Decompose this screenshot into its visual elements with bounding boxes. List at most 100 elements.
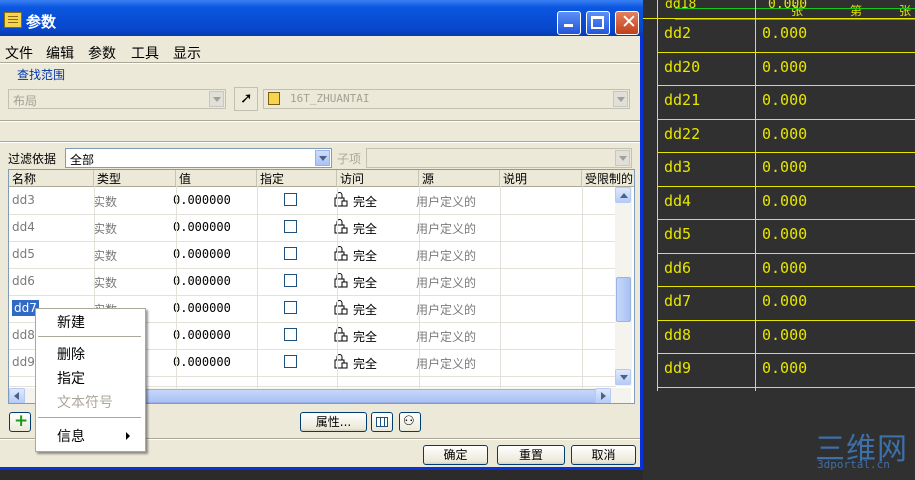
param-name[interactable]: dd6 — [12, 274, 35, 288]
designate-checkbox[interactable] — [284, 193, 297, 206]
column-header-value[interactable]: 值 — [176, 170, 257, 186]
scroll-up-button[interactable] — [615, 187, 631, 203]
cad-param-value: 0.000 — [762, 24, 808, 42]
column-header-designate[interactable]: 指定 — [257, 170, 337, 186]
cad-header-text: 张 — [791, 4, 804, 18]
designate-checkbox[interactable] — [284, 274, 297, 287]
scroll-right-button[interactable] — [595, 388, 611, 403]
designate-checkbox[interactable] — [284, 355, 297, 368]
vertical-scrollbar[interactable] — [615, 187, 632, 386]
column-header-access[interactable]: 访问 — [337, 170, 419, 186]
param-value[interactable]: 0.000000 — [173, 328, 231, 342]
cancel-button[interactable]: 取消 — [571, 445, 636, 465]
param-value[interactable]: 0.000000 — [173, 355, 231, 369]
app-icon — [4, 12, 22, 28]
column-header-description[interactable]: 说明 — [500, 170, 582, 186]
menu-parameters[interactable]: 参数 — [88, 43, 116, 63]
ok-button[interactable]: 确定 — [423, 445, 488, 465]
param-access: 完全 — [353, 195, 378, 209]
divider — [0, 62, 640, 64]
chevron-down-icon — [209, 91, 224, 107]
grid-line — [257, 186, 258, 390]
cad-param-value: 0.000 — [762, 292, 808, 310]
cad-drawing-area: dd18 0.000 张 第 张 dd2 0.000 dd20 0.000 dd21 0.… — [643, 0, 915, 480]
cad-header-text: dd18 — [665, 0, 697, 12]
select-pointer-button: ➚ — [234, 87, 258, 111]
param-type: 实数 — [93, 195, 118, 209]
cad-param-value: 0.000 — [762, 359, 808, 377]
designate-checkbox[interactable] — [284, 328, 297, 341]
find-scope-label: 查找范围 — [17, 68, 66, 82]
binoculars-icon: ⚇ — [403, 414, 415, 429]
param-value[interactable]: 0.000000 — [173, 193, 231, 207]
param-value[interactable]: 0.000000 — [173, 274, 231, 288]
minimize-icon — [564, 24, 573, 27]
param-type: 实数 — [93, 249, 118, 263]
table-row[interactable]: dd6 实数 0.000000 完全 用户定义的 — [9, 268, 616, 296]
cad-param-value: 0.000 — [762, 58, 808, 76]
param-value[interactable]: 0.000000 — [173, 301, 231, 315]
param-value[interactable]: 0.000000 — [173, 247, 231, 261]
column-header-name[interactable]: 名称 — [9, 170, 94, 186]
menu-edit[interactable]: 编辑 — [46, 43, 74, 63]
table-row[interactable]: dd3 实数 0.000000 完全 用户定义的 — [9, 187, 616, 215]
chevron-down-icon — [615, 150, 630, 166]
menu-item-info[interactable]: 信息 — [57, 426, 85, 446]
scroll-down-button[interactable] — [615, 369, 631, 385]
chevron-down-icon[interactable] — [315, 150, 330, 166]
param-name[interactable]: dd3 — [12, 193, 35, 207]
menu-file[interactable]: 文件 — [5, 43, 33, 63]
grid-line — [337, 186, 338, 390]
table-row[interactable]: dd5 实数 0.000000 完全 用户定义的 — [9, 241, 616, 269]
menu-separator — [38, 417, 141, 418]
submenu-arrow-icon — [126, 432, 130, 440]
table-row[interactable]: dd4 实数 0.000000 完全 用户定义的 — [9, 214, 616, 242]
add-parameter-button[interactable]: + — [9, 411, 31, 432]
scroll-left-button[interactable] — [9, 388, 25, 403]
param-value[interactable]: 0.000000 — [173, 220, 231, 234]
param-source: 用户定义的 — [416, 357, 477, 371]
param-name[interactable]: dd9 — [12, 355, 35, 369]
column-header-source[interactable]: 源 — [419, 170, 500, 186]
menu-item-designate[interactable]: 指定 — [57, 368, 85, 388]
sub-item-label: 子项 — [337, 152, 362, 166]
param-name[interactable]: dd4 — [12, 220, 35, 234]
column-header-type[interactable]: 类型 — [94, 170, 176, 186]
menu-item-text-symbol: 文本符号 — [57, 395, 113, 411]
watermark-logo: 三维网 3dportal.cn — [815, 424, 910, 476]
param-access: 完全 — [353, 222, 378, 236]
maximize-button[interactable] — [586, 11, 610, 35]
cad-vertical-line — [755, 0, 756, 391]
param-name[interactable]: dd5 — [12, 247, 35, 261]
close-button[interactable]: ✕ — [615, 11, 639, 35]
title-bar[interactable]: 参数 ✕ — [0, 0, 643, 36]
model-icon — [268, 92, 280, 105]
designate-checkbox[interactable] — [284, 220, 297, 233]
column-header-restricted[interactable]: 受限制的 — [582, 170, 634, 186]
reset-button[interactable]: 重置 — [497, 445, 565, 465]
param-access: 完全 — [353, 276, 378, 290]
sub-item-combo — [366, 148, 632, 168]
param-name[interactable]: dd8 — [12, 328, 35, 342]
minimize-button[interactable] — [557, 11, 581, 35]
cad-param-value: 0.000 — [762, 259, 808, 277]
find-button[interactable]: ⚇ — [399, 412, 421, 432]
context-menu: 新建 删除 指定 文本符号 信息 — [35, 308, 146, 452]
model-combo-value: 16T_ZHUANTAI — [290, 92, 370, 105]
designate-checkbox[interactable] — [284, 247, 297, 260]
param-access: 完全 — [353, 303, 378, 317]
menu-tools[interactable]: 工具 — [131, 43, 159, 63]
horizontal-scroll-thumb[interactable] — [141, 389, 599, 403]
properties-button[interactable]: 属性... — [300, 412, 367, 432]
scroll-thumb[interactable] — [616, 277, 631, 322]
filter-combo[interactable]: 全部 — [65, 148, 332, 168]
menu-item-new[interactable]: 新建 — [57, 312, 85, 332]
menu-display[interactable]: 显示 — [173, 43, 201, 63]
menu-item-delete[interactable]: 删除 — [57, 344, 85, 364]
cad-param-value: 0.000 — [762, 326, 808, 344]
cad-param-name: dd7 — [664, 292, 692, 310]
grid-line — [500, 186, 501, 390]
designate-checkbox[interactable] — [284, 301, 297, 314]
columns-button[interactable] — [371, 412, 393, 432]
cad-param-name: dd22 — [664, 125, 701, 143]
